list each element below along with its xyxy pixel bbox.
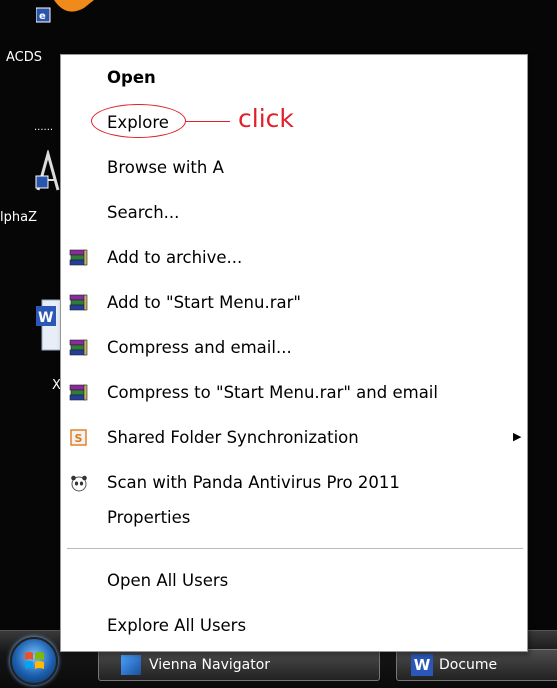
taskbar-button-documents[interactable]: W Docume bbox=[396, 649, 557, 681]
menu-separator bbox=[67, 548, 523, 550]
menu-item-label: Properties bbox=[107, 508, 191, 527]
acdsee-icon-graphic: e bbox=[35, 0, 94, 23]
menu-item-label: Scan with Panda Antivirus Pro 2011 bbox=[107, 473, 400, 492]
menu-item-label: Open All Users bbox=[107, 571, 229, 590]
start-button[interactable] bbox=[10, 637, 58, 685]
desktop-label-dots: ...... bbox=[34, 122, 54, 133]
winrar-books-icon bbox=[69, 384, 88, 401]
annotation-ellipse bbox=[91, 104, 186, 138]
taskbar-button-label: Vienna Navigator bbox=[149, 657, 271, 673]
shared-folder-sync-icon: S bbox=[70, 429, 87, 446]
taskbar-button-vienna[interactable]: Vienna Navigator bbox=[98, 649, 380, 681]
menu-item-label: Compress to "Start Menu.rar" and email bbox=[107, 383, 438, 402]
svg-text:W: W bbox=[38, 310, 53, 326]
submenu-arrow-icon: ▶ bbox=[513, 430, 522, 443]
menu-item-add-to-start-menu-rar[interactable]: Add to "Start Menu.rar" bbox=[61, 286, 527, 320]
desktop-label-acds: ACDS bbox=[6, 50, 43, 65]
word-app-icon: W bbox=[411, 654, 433, 676]
acdsee-icon[interactable]: e bbox=[35, 0, 98, 30]
annotation-connector bbox=[186, 121, 230, 122]
menu-item-label: Browse with A bbox=[107, 158, 224, 177]
winrar-books-icon bbox=[69, 339, 88, 356]
vienna-app-icon bbox=[121, 655, 141, 675]
menu-item-label: Search... bbox=[107, 203, 180, 222]
annotation-click-label: click bbox=[238, 104, 294, 133]
menu-item-compress-and-email[interactable]: Compress and email... bbox=[61, 331, 527, 365]
desktop-label-alphaz: lphaZ bbox=[0, 210, 37, 225]
menu-item-scan-panda[interactable]: Scan with Panda Antivirus Pro 2011 bbox=[61, 466, 527, 500]
menu-item-properties[interactable]: Properties bbox=[61, 501, 527, 535]
menu-item-add-to-archive[interactable]: Add to archive... bbox=[61, 241, 527, 275]
redaction-overlay bbox=[235, 66, 427, 204]
svg-text:e: e bbox=[39, 11, 46, 22]
menu-item-label: Compress and email... bbox=[107, 338, 292, 357]
menu-item-shared-folder-sync[interactable]: S Shared Folder Synchronization ▶ bbox=[61, 421, 527, 455]
panda-icon bbox=[71, 475, 87, 492]
menu-item-explore-all-users[interactable]: Explore All Users bbox=[61, 609, 527, 643]
menu-item-compress-to-rar-and-email[interactable]: Compress to "Start Menu.rar" and email bbox=[61, 376, 527, 410]
winrar-books-icon bbox=[69, 249, 88, 266]
svg-text:S: S bbox=[75, 432, 83, 445]
menu-item-label: Add to archive... bbox=[107, 248, 243, 267]
taskbar-button-label: Docume bbox=[439, 657, 498, 673]
menu-item-label: Open bbox=[107, 68, 156, 87]
menu-item-label: Shared Folder Synchronization bbox=[107, 428, 359, 447]
winrar-books-icon bbox=[69, 294, 88, 311]
menu-item-label: Add to "Start Menu.rar" bbox=[107, 293, 301, 312]
menu-item-open-all-users[interactable]: Open All Users bbox=[61, 564, 527, 598]
menu-item-label: Explore All Users bbox=[107, 616, 247, 635]
windows-logo-icon bbox=[25, 652, 44, 669]
